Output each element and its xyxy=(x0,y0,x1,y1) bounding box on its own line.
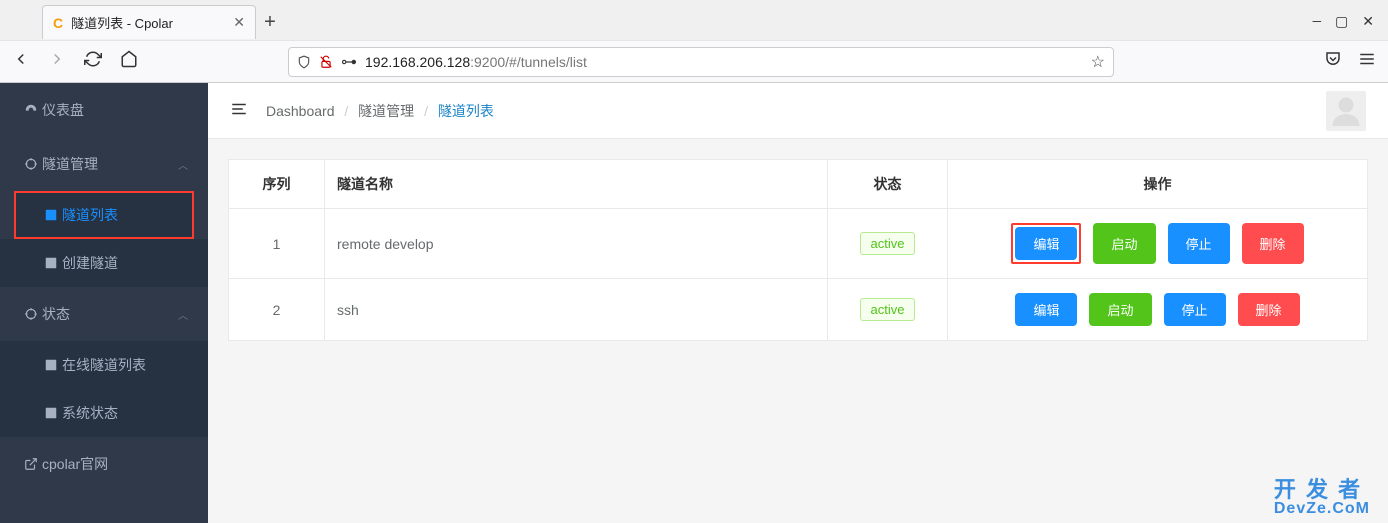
reload-icon[interactable] xyxy=(84,50,102,73)
app-root: 仪表盘 隧道管理 ︿ 隧道列表 创建隧道 状态 ︿ 在线隧道列表 xyxy=(0,83,1388,523)
key-icon[interactable]: ⊶ xyxy=(341,52,357,72)
minimize-icon[interactable]: — xyxy=(1313,14,1321,31)
sidebar-official-label: cpolar官网 xyxy=(42,454,188,474)
cell-actions: 编辑 启动 停止 删除 xyxy=(948,279,1368,341)
start-button[interactable]: 启动 xyxy=(1093,223,1155,264)
back-icon[interactable] xyxy=(12,50,30,73)
sidebar-online-list[interactable]: 在线隧道列表 xyxy=(0,341,208,389)
th-actions: 操作 xyxy=(948,160,1368,209)
browser-tab[interactable]: C 隧道列表 - Cpolar ✕ xyxy=(42,5,256,39)
window-controls: — ▢ ✕ xyxy=(1313,14,1388,31)
delete-button[interactable]: 删除 xyxy=(1242,223,1304,264)
cell-name: ssh xyxy=(325,279,828,341)
bookmark-star-icon[interactable]: ☆ xyxy=(1091,52,1105,72)
th-status: 状态 xyxy=(828,160,948,209)
cell-seq: 1 xyxy=(229,209,325,279)
url-text: 192.168.206.128:9200/#/tunnels/list xyxy=(365,54,1083,70)
url-bar[interactable]: ⊶ 192.168.206.128:9200/#/tunnels/list ☆ xyxy=(288,47,1114,77)
sidebar-dashboard-label: 仪表盘 xyxy=(42,100,188,120)
forward-icon[interactable] xyxy=(48,50,66,73)
sidebar-sys-status[interactable]: 系统状态 xyxy=(0,389,208,437)
favicon-icon: C xyxy=(53,15,63,31)
highlight-box: 编辑 xyxy=(1011,223,1081,264)
new-tab-button[interactable]: + xyxy=(256,12,284,32)
status-badge: active xyxy=(860,232,916,255)
tab-title: 隧道列表 - Cpolar xyxy=(71,13,225,32)
browser-toolbar: ⊶ 192.168.206.128:9200/#/tunnels/list ☆ xyxy=(0,40,1388,82)
stop-button[interactable]: 停止 xyxy=(1168,223,1230,264)
main-area: Dashboard / 隧道管理 / 隧道列表 序列 隧道名称 状态 操作 xyxy=(208,83,1388,523)
maximize-icon[interactable]: ▢ xyxy=(1335,14,1348,31)
sidebar-tunnel-list[interactable]: 隧道列表 xyxy=(16,193,192,237)
close-window-icon[interactable]: ✕ xyxy=(1362,14,1374,31)
pocket-icon[interactable] xyxy=(1324,50,1342,73)
th-name: 隧道名称 xyxy=(325,160,828,209)
sidebar-online-list-label: 在线隧道列表 xyxy=(62,355,146,375)
cell-status: active xyxy=(828,279,948,341)
shield-icon[interactable] xyxy=(297,55,311,69)
crosshair-icon xyxy=(20,307,42,321)
cell-actions: 编辑 启动 停止 删除 xyxy=(948,209,1368,279)
grid-icon xyxy=(40,208,62,222)
grid-icon xyxy=(40,256,62,270)
start-button[interactable]: 启动 xyxy=(1089,293,1151,326)
th-seq: 序列 xyxy=(229,160,325,209)
chevron-up-icon: ︿ xyxy=(178,307,188,322)
chevron-up-icon: ︿ xyxy=(178,157,188,172)
gauge-icon xyxy=(20,103,42,117)
watermark: 开 发 者 DevZe.CoM xyxy=(1274,479,1370,517)
table-row: 1 remote develop active 编辑 启动 停止 删除 xyxy=(229,209,1368,279)
sidebar-dashboard[interactable]: 仪表盘 xyxy=(0,83,208,137)
delete-button[interactable]: 删除 xyxy=(1238,293,1300,326)
cell-name: remote develop xyxy=(325,209,828,279)
content: 序列 隧道名称 状态 操作 1 remote develop active 编辑 xyxy=(208,139,1388,361)
crosshair-icon xyxy=(20,157,42,171)
sidebar-status-label: 状态 xyxy=(42,304,178,324)
sidebar-tunnel-mgmt[interactable]: 隧道管理 ︿ xyxy=(0,137,208,191)
sidebar-official[interactable]: cpolar官网 xyxy=(0,437,208,491)
sidebar-sys-status-label: 系统状态 xyxy=(62,403,118,423)
external-link-icon xyxy=(20,457,42,471)
menu-toggle-icon[interactable] xyxy=(230,100,248,121)
status-badge: active xyxy=(860,298,916,321)
menu-icon[interactable] xyxy=(1358,50,1376,73)
sidebar-status[interactable]: 状态 ︿ xyxy=(0,287,208,341)
sidebar-create-tunnel-label: 创建隧道 xyxy=(62,253,118,273)
topbar: Dashboard / 隧道管理 / 隧道列表 xyxy=(208,83,1388,139)
grid-icon xyxy=(40,406,62,420)
edit-button[interactable]: 编辑 xyxy=(1015,227,1077,260)
crumb-mgmt[interactable]: 隧道管理 xyxy=(358,103,414,119)
sidebar: 仪表盘 隧道管理 ︿ 隧道列表 创建隧道 状态 ︿ 在线隧道列表 xyxy=(0,83,208,523)
avatar[interactable] xyxy=(1326,91,1366,131)
sidebar-tunnel-mgmt-label: 隧道管理 xyxy=(42,154,178,174)
sidebar-create-tunnel[interactable]: 创建隧道 xyxy=(0,239,208,287)
edit-button[interactable]: 编辑 xyxy=(1015,293,1077,326)
cell-seq: 2 xyxy=(229,279,325,341)
insecure-icon[interactable] xyxy=(319,55,333,69)
highlight-box: 隧道列表 xyxy=(14,191,194,239)
crumb-dashboard[interactable]: Dashboard xyxy=(266,103,335,119)
home-icon[interactable] xyxy=(120,50,138,73)
crumb-current: 隧道列表 xyxy=(438,103,494,119)
table-row: 2 ssh active 编辑 启动 停止 删除 xyxy=(229,279,1368,341)
tunnel-table: 序列 隧道名称 状态 操作 1 remote develop active 编辑 xyxy=(228,159,1368,341)
browser-chrome: C 隧道列表 - Cpolar ✕ + — ▢ ✕ ⊶ 192.168.206.… xyxy=(0,0,1388,83)
stop-button[interactable]: 停止 xyxy=(1164,293,1226,326)
grid-icon xyxy=(40,358,62,372)
sidebar-tunnel-list-label: 隧道列表 xyxy=(62,205,118,225)
cell-status: active xyxy=(828,209,948,279)
close-icon[interactable]: ✕ xyxy=(233,14,245,31)
tab-strip: C 隧道列表 - Cpolar ✕ + — ▢ ✕ xyxy=(0,0,1388,40)
breadcrumb: Dashboard / 隧道管理 / 隧道列表 xyxy=(266,101,494,121)
